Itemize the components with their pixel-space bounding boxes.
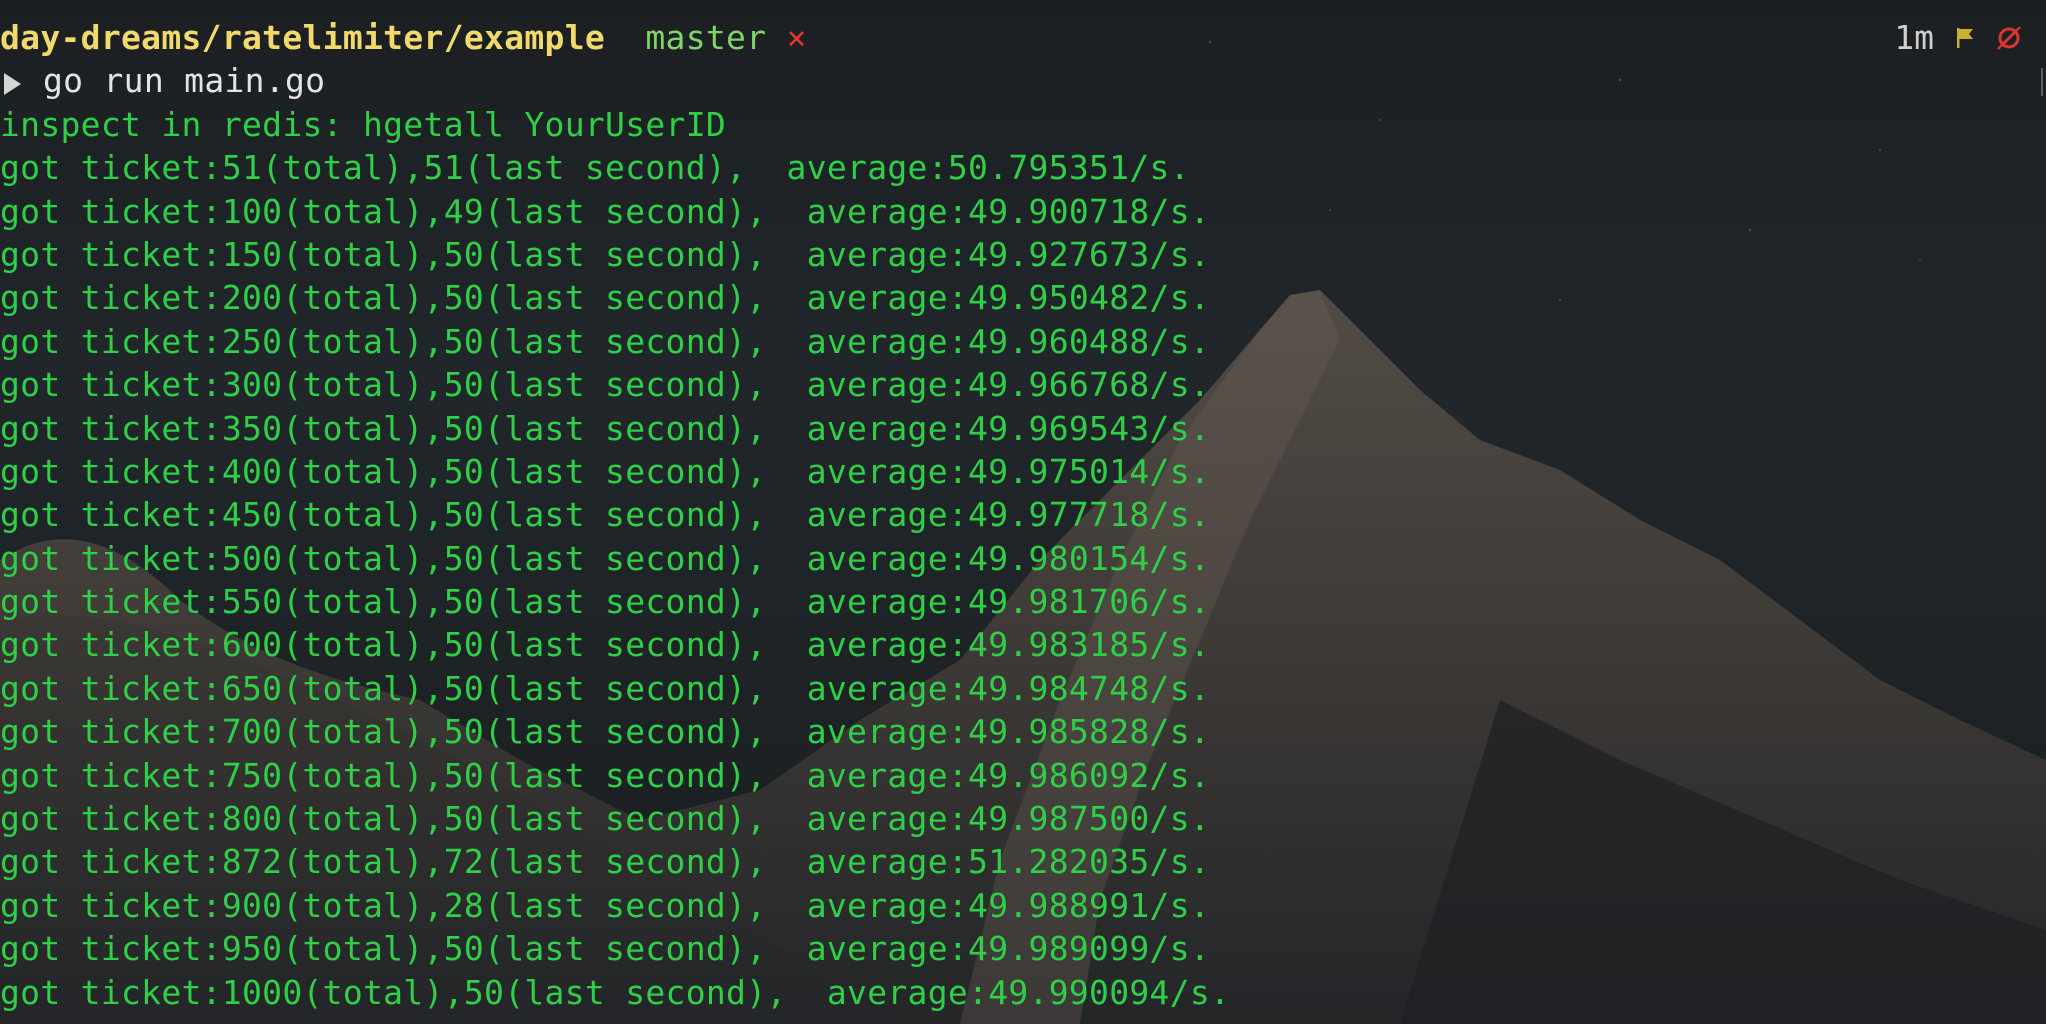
output-line: got ticket:200(total),50(last second), a…	[0, 278, 1211, 318]
output-line: got ticket:750(total),50(last second), a…	[0, 755, 1211, 795]
terminal-window[interactable]: 1m day-dreams/ratelimiter/example master…	[0, 0, 2046, 1024]
scroll-handle[interactable]	[2041, 68, 2043, 96]
output-line: got ticket:250(total),50(last second), a…	[0, 321, 1211, 361]
output-line: got ticket:700(total),50(last second), a…	[0, 712, 1211, 752]
prompt-line: day-dreams/ratelimiter/example master ×	[0, 16, 1230, 59]
output-line: got ticket:872(total),72(last second), a…	[0, 842, 1211, 882]
output-line: got ticket:350(total),50(last second), a…	[0, 408, 1211, 448]
output-line: got ticket:100(total),49(last second), a…	[0, 191, 1211, 231]
prompt-arrow-icon	[4, 73, 21, 96]
output-line: got ticket:950(total),50(last second), a…	[0, 929, 1211, 969]
output-line: got ticket:150(total),50(last second), a…	[0, 234, 1211, 274]
output-line: got ticket:500(total),50(last second), a…	[0, 538, 1211, 578]
output-line: got ticket:650(total),50(last second), a…	[0, 668, 1211, 708]
output-line: got ticket:600(total),50(last second), a…	[0, 625, 1211, 665]
output-line: got ticket:900(total),28(last second), a…	[0, 885, 1211, 925]
flag-icon	[1956, 27, 1974, 49]
no-signal-icon	[1996, 25, 2022, 51]
elapsed-time: 1m	[1894, 18, 1934, 57]
output-line: got ticket:1000(total),50(last second), …	[0, 972, 1231, 1012]
command-line: go run main.go	[0, 59, 1230, 102]
command-text: go run main.go	[43, 61, 326, 101]
output-line: got ticket:450(total),50(last second), a…	[0, 495, 1211, 535]
output-line: got ticket:400(total),50(last second), a…	[0, 451, 1211, 491]
terminal-output[interactable]: day-dreams/ratelimiter/example master × …	[0, 16, 1230, 1014]
output-line: got ticket:300(total),50(last second), a…	[0, 365, 1211, 405]
output-line: got ticket:550(total),50(last second), a…	[0, 582, 1211, 622]
output-line: got ticket:51(total),51(last second), av…	[0, 148, 1190, 188]
output-line: got ticket:800(total),50(last second), a…	[0, 799, 1211, 839]
prompt-path: day-dreams/ratelimiter/example	[0, 18, 606, 57]
prompt-right-status: 1m	[1894, 16, 2022, 59]
git-branch: master	[645, 18, 767, 57]
git-dirty-marker: ×	[786, 18, 807, 57]
output-line: inspect in redis: hgetall YourUserID	[0, 104, 727, 144]
